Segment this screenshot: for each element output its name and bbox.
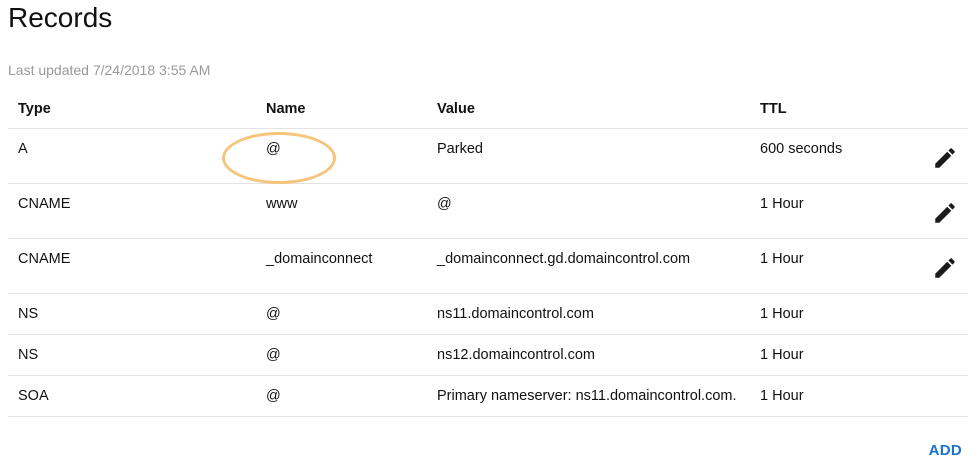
cell-actions [910,238,968,294]
table-row: CNAME www @ 1 Hour [8,183,968,239]
pencil-icon[interactable] [932,145,958,171]
cell-name: www [256,183,427,239]
header-name: Name [256,90,427,129]
cell-ttl: 1 Hour [750,334,910,376]
cell-ttl: 1 Hour [750,375,910,417]
pencil-icon[interactable] [932,200,958,226]
cell-name: @ [256,293,427,335]
cell-value: _domainconnect.gd.domaincontrol.com [427,238,750,294]
cell-value: ns12.domaincontrol.com [427,334,750,376]
cell-type: CNAME [8,238,256,294]
pencil-icon[interactable] [932,255,958,281]
cell-type: NS [8,293,256,335]
table-row: CNAME _domainconnect _domainconnect.gd.d… [8,238,968,294]
table-row: SOA @ Primary nameserver: ns11.domaincon… [8,375,968,417]
cell-actions [910,375,968,417]
last-updated-timestamp: Last updated 7/24/2018 3:55 AM [8,62,211,78]
cell-value: Primary nameserver: ns11.domaincontrol.c… [427,375,750,417]
header-type: Type [8,90,256,129]
table-row: NS @ ns12.domaincontrol.com 1 Hour [8,334,968,376]
page-title: Records [8,2,113,33]
cell-ttl: 1 Hour [750,293,910,335]
add-record-button[interactable]: ADD [929,442,962,459]
cell-value: Parked [427,128,750,184]
cell-name: @ [256,334,427,376]
cell-actions [910,334,968,376]
cell-actions [910,293,968,335]
cell-ttl: 600 seconds [750,128,910,184]
cell-type: NS [8,334,256,376]
cell-type: SOA [8,375,256,417]
cell-ttl: 1 Hour [750,238,910,294]
table-row: NS @ ns11.domaincontrol.com 1 Hour [8,293,968,335]
header-actions [910,90,968,129]
cell-actions [910,128,968,184]
dns-records-table: Type Name Value TTL A @ Parked 600 secon… [8,90,968,417]
cell-type: CNAME [8,183,256,239]
cell-value: ns11.domaincontrol.com [427,293,750,335]
table-header-row: Type Name Value TTL [8,90,968,129]
table-row: A @ Parked 600 seconds [8,128,968,184]
header-ttl: TTL [750,90,910,129]
cell-type: A [8,128,256,184]
cell-name: _domainconnect [256,238,427,294]
cell-name: @ [256,128,427,184]
cell-actions [910,183,968,239]
cell-name: @ [256,375,427,417]
header-value: Value [427,90,750,129]
cell-value: @ [427,183,750,239]
cell-ttl: 1 Hour [750,183,910,239]
